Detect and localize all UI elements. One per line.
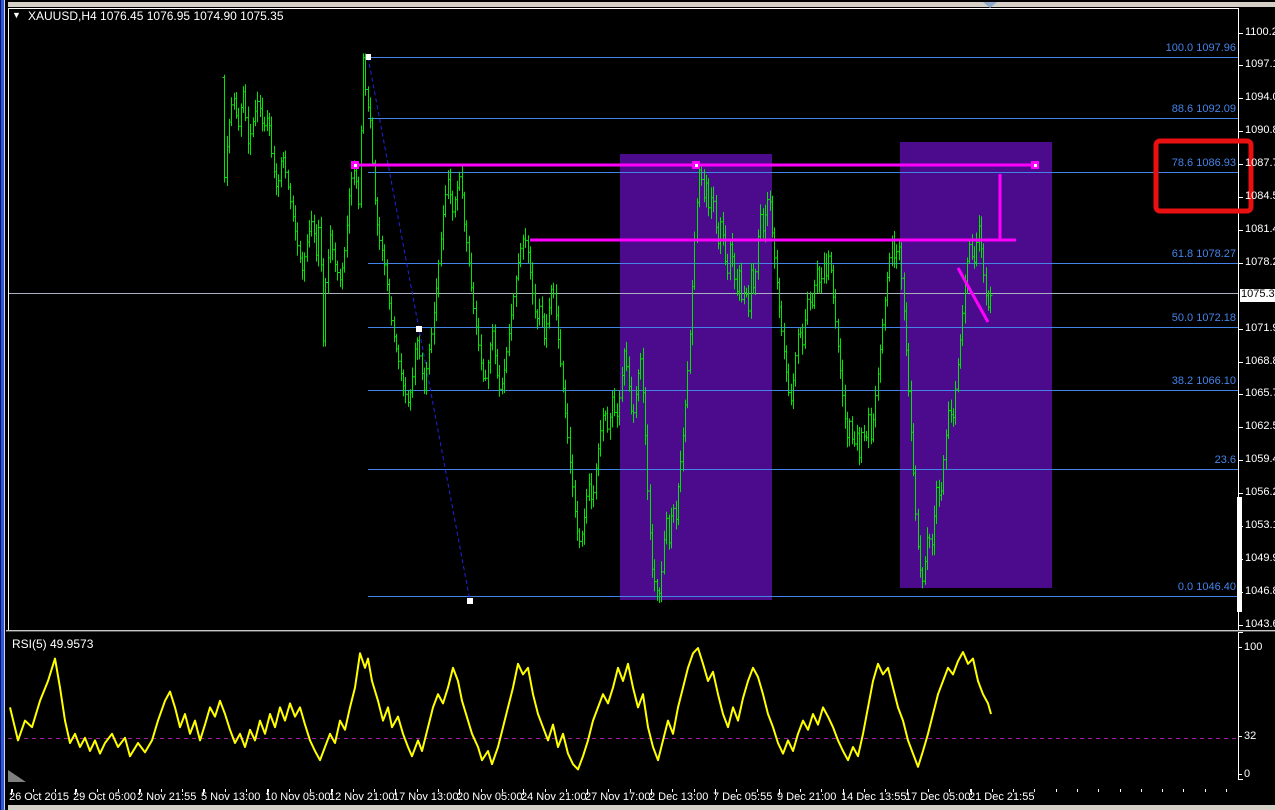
red-highlight-box[interactable] (1153, 138, 1254, 214)
chart-canvas[interactable] (0, 0, 1275, 810)
price-tick-label: 1097.15 (1245, 58, 1275, 71)
fib-label-100.0: 100.0 1097.96 (1165, 41, 1236, 54)
highlight-zone-1[interactable] (620, 154, 772, 600)
price-bars (222, 53, 993, 603)
price-tick-label: 1043.65 (1245, 618, 1275, 630)
window-top-strip (0, 2, 1275, 7)
price-tick-label: 1081.40 (1245, 223, 1275, 236)
rsi-tick-label: 100 (1244, 641, 1263, 653)
price-tick-label: 1084.55 (1245, 190, 1275, 203)
price-tick-label: 1056.25 (1245, 486, 1275, 499)
time-tick-label: 27 Nov 17:00 (585, 791, 651, 803)
rsi-tick-label: 0 (1244, 768, 1251, 780)
symbol-dropdown-icon[interactable]: ▼ (12, 11, 21, 20)
time-tick-label: 14 Dec 13:55 (841, 791, 907, 803)
price-tick-label: 1090.85 (1245, 124, 1275, 137)
rsi-tick-label: 32 (1244, 730, 1257, 742)
price-tick-label: 1100.25 (1245, 26, 1275, 38)
vertical-scrollbar-thumb[interactable] (1237, 497, 1242, 612)
fib-label-50.0: 50.0 1072.18 (1171, 311, 1236, 324)
price-tick-label: 1087.70 (1245, 157, 1275, 170)
left-border-light (4, 0, 5, 810)
price-tick-label: 1071.95 (1245, 322, 1275, 334)
panel-separator[interactable] (6, 630, 1275, 631)
rsi-indicator-label: RSI(5) 49.9573 (12, 637, 94, 651)
fib-label-38.2: 38.2 1066.10 (1171, 375, 1236, 388)
fib-label-61.8: 61.8 1078.27 (1171, 247, 1236, 260)
time-tick-label: 7 Dec 05:55 (713, 791, 773, 803)
chart-title: XAUUSD,H4 1076.45 1076.95 1074.90 1075.3… (28, 9, 284, 23)
price-tick-label: 1078.25 (1245, 256, 1275, 269)
rsi-line (9, 647, 992, 771)
left-window-border[interactable] (1, 0, 4, 810)
left-border-gap (5, 0, 8, 810)
fib-label-78.6: 78.6 1086.93 (1171, 157, 1236, 170)
panel-resize-grip-icon[interactable] (8, 770, 26, 782)
magenta-handle-center-2 (1034, 164, 1037, 167)
chart-window: ▼ XAUUSD,H4 1076.45 1076.95 1074.90 1075… (0, 0, 1275, 810)
time-tick-label: 24 Nov 21:00 (521, 791, 587, 803)
time-tick-label: 9 Dec 21:00 (777, 791, 837, 803)
trendline-handle-1[interactable] (416, 326, 422, 332)
magenta-handle-center-1 (695, 164, 698, 167)
magenta-handle-center-0 (354, 164, 357, 167)
current-price-tag: 1075.35 (1240, 288, 1275, 302)
time-tick-label: 21 Dec 21:55 (969, 791, 1035, 803)
time-tick-label: 2 Nov 21:55 (137, 791, 197, 803)
time-tick-label: 17 Nov 13:00 (393, 791, 459, 803)
window-bottom-strip (0, 805, 1275, 810)
price-tick-label: 1046.80 (1245, 585, 1275, 598)
fib-label-0.0: 0.0 1046.40 (1177, 581, 1236, 594)
panel-separator-shadow (6, 631, 1275, 632)
titlebar-top-line (0, 0, 1275, 2)
price-tick-label: 1062.55 (1245, 420, 1275, 433)
time-tick-label: 29 Oct 05:00 (73, 791, 136, 803)
fib-label-23.6: 23.6 (1214, 453, 1236, 466)
price-tick-label: 1094.00 (1245, 91, 1275, 104)
time-tick-label: 5 Nov 13:00 (201, 791, 261, 803)
time-tick-label: 12 Nov 21:00 (329, 791, 395, 803)
time-tick-label: 26 Oct 2015 (9, 791, 69, 803)
time-tick-label: 10 Nov 05:00 (265, 791, 331, 803)
price-tick-label: 1068.80 (1245, 354, 1275, 367)
fib-label-88.6: 88.6 1092.09 (1171, 103, 1236, 116)
price-tick-label: 1049.95 (1245, 552, 1275, 565)
left-border-dark (0, 0, 1, 810)
time-tick-label: 17 Dec 05:00 (905, 791, 971, 803)
highlight-zone-2[interactable] (900, 142, 1052, 588)
price-tick-label: 1059.40 (1245, 453, 1275, 466)
time-tick-label: 20 Nov 05:00 (457, 791, 523, 803)
price-tick-label: 1053.10 (1245, 519, 1275, 532)
price-tick-label: 1065.70 (1245, 387, 1275, 400)
time-tick-label: 2 Dec 13:00 (649, 791, 709, 803)
trendline-handle-2[interactable] (467, 598, 473, 604)
